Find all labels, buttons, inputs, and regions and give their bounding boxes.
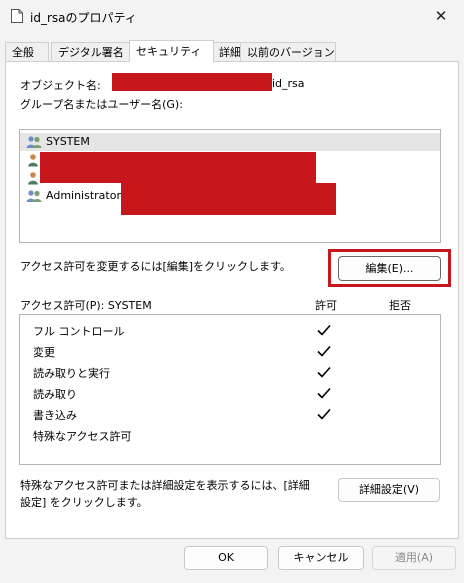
tab-security[interactable]: セキュリティ	[129, 40, 214, 62]
permission-name: 特殊なアクセス許可	[33, 430, 132, 443]
user-name: Administrators	[46, 189, 127, 202]
ok-button[interactable]: OK	[184, 546, 268, 570]
permission-name: 読み取り	[33, 388, 77, 401]
tab-previous-versions[interactable]: 以前のバージョン	[240, 42, 336, 61]
redaction-bar	[121, 183, 336, 215]
change-permission-text: アクセス許可を変更するには[編集]をクリックします。	[20, 260, 291, 273]
permission-name: フル コントロール	[33, 325, 125, 338]
file-icon	[11, 9, 23, 23]
advanced-help-text-line2: 設定] をクリックします。	[20, 496, 148, 509]
check-icon	[317, 324, 331, 336]
allow-header: 許可	[315, 299, 337, 312]
permissions-for-label: アクセス許可(P): SYSTEM	[20, 299, 152, 312]
object-name-value: id_rsa	[272, 77, 305, 90]
tab-general[interactable]: 全般	[5, 42, 49, 61]
redaction-bar	[112, 73, 272, 91]
tab-digital-signature[interactable]: デジタル署名	[51, 42, 131, 61]
advanced-help-text-line1: 特殊なアクセス許可または詳細設定を表示するには、[詳細	[20, 479, 310, 492]
permission-name: 読み取りと実行	[33, 367, 110, 380]
user-name: SYSTEM	[46, 135, 90, 148]
group-user-label: グループ名またはユーザー名(G):	[20, 98, 183, 111]
edit-button[interactable]: 編集(E)...	[338, 256, 441, 281]
deny-header: 拒否	[389, 299, 411, 312]
close-button[interactable]: ✕	[426, 4, 456, 28]
users-group-icon	[26, 190, 42, 202]
redaction-bar	[40, 152, 316, 183]
window-title: id_rsaのプロパティ	[30, 11, 137, 25]
users-group-icon	[26, 136, 42, 148]
apply-button[interactable]: 適用(A)	[372, 546, 456, 570]
check-icon	[317, 408, 331, 420]
object-name-label: オブジェクト名:	[20, 79, 101, 92]
permission-name: 変更	[33, 346, 55, 359]
check-icon	[317, 345, 331, 357]
cancel-button[interactable]: キャンセル	[278, 546, 364, 570]
check-icon	[317, 366, 331, 378]
permissions-list: フル コントロール 変更 読み取りと実行 読み取り 書き込み 特殊なアクセス許可	[19, 314, 441, 465]
check-icon	[317, 387, 331, 399]
advanced-button[interactable]: 詳細設定(V)	[338, 478, 440, 502]
list-item[interactable]: SYSTEM	[20, 133, 440, 151]
title-bar: id_rsaのプロパティ ✕	[0, 0, 464, 32]
close-icon: ✕	[434, 7, 448, 25]
permission-name: 書き込み	[33, 409, 77, 422]
